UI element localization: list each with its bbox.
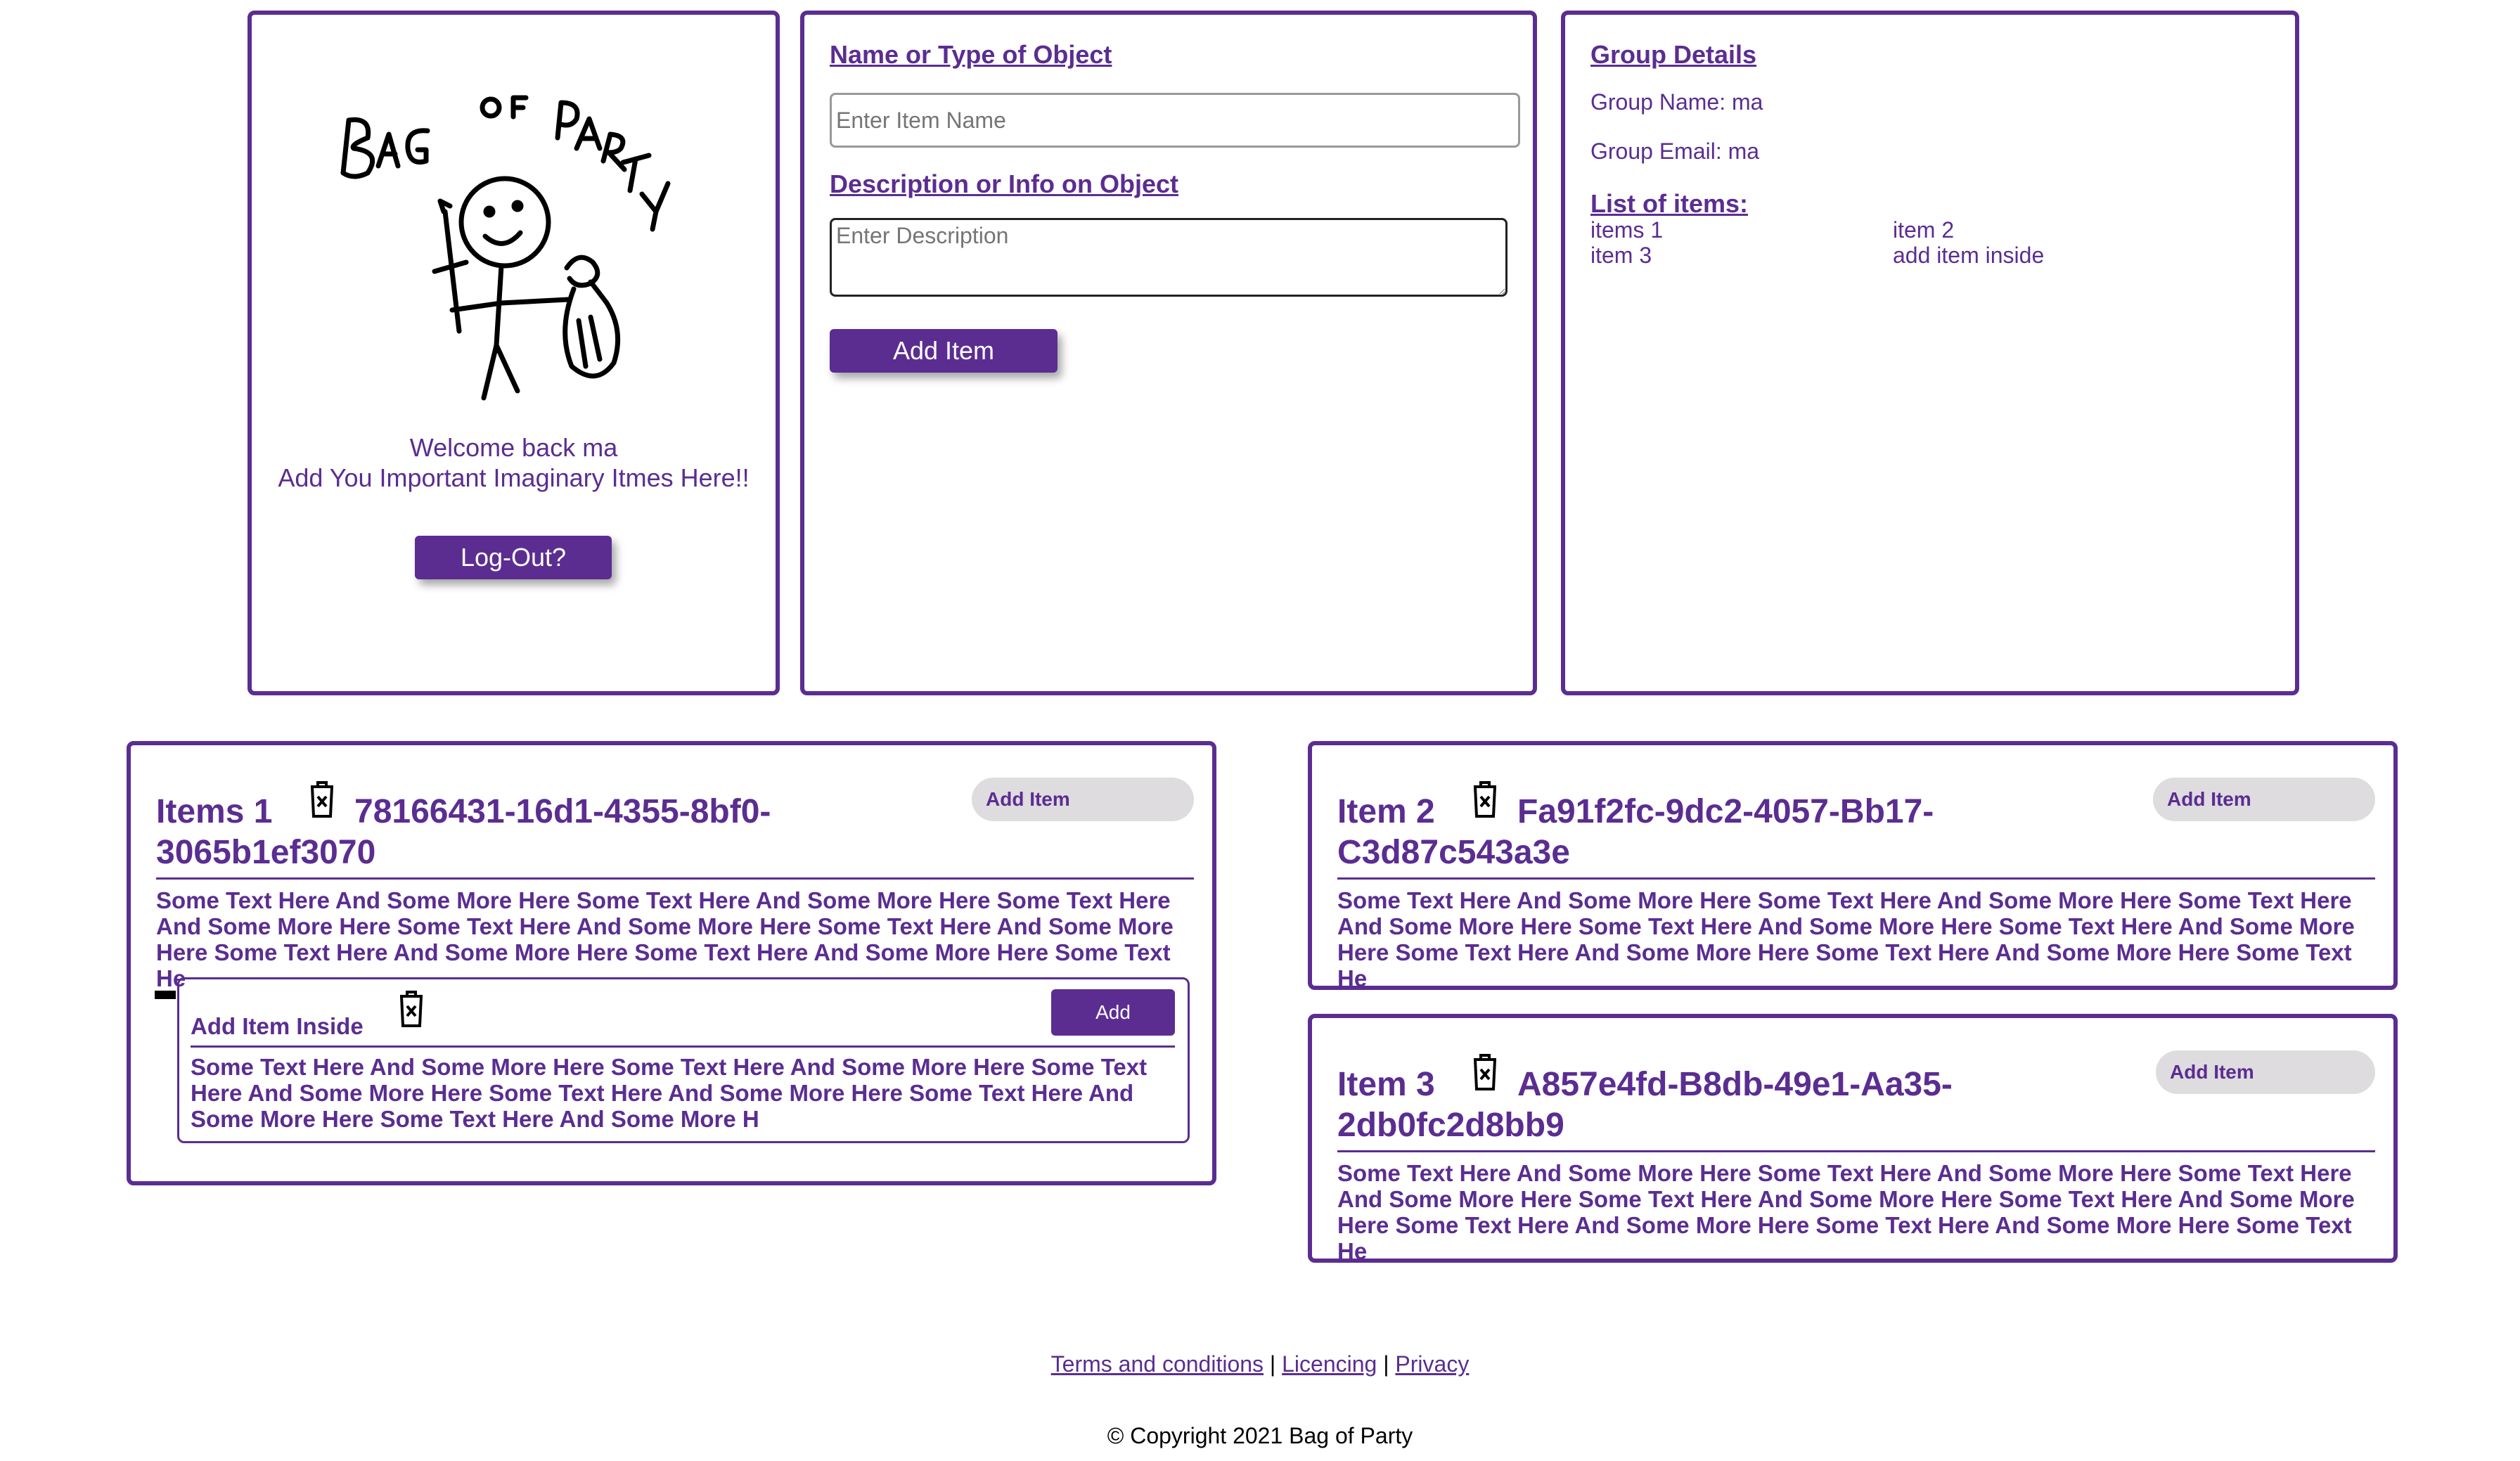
nested-item-card: Add Item Inside Add Some Text Here And S… [177,977,1190,1143]
description-line: Here Some Text Here And Some More Here S… [1337,1212,2352,1264]
group-details-heading: Group Details [1590,40,1757,69]
item-description: Some Text Here And Some More Here Some T… [1337,887,2378,991]
divider [191,1045,1175,1048]
item-id-line: 78166431-16d1-4355-8bf0- [354,793,771,830]
divider [156,877,1194,880]
add-item-panel: Name or Type of Object Description or In… [800,11,1537,695]
list-item: items 1 [1590,217,1664,243]
group-email: Group Email: ma [1590,139,1760,164]
item-id-line: 2db0fc2d8bb9 [1337,1107,1564,1144]
item-id-line: 3065b1ef3070 [156,834,376,871]
description-line: Here And Some More Here Some Text Here A… [191,1080,1134,1106]
divider [1337,877,2375,880]
trash-icon[interactable] [1470,1053,1500,1092]
item-card-title: Items 1 [156,792,272,832]
list-item: item 3 [1590,243,1652,268]
list-item: add item inside [1893,243,2045,268]
add-item-button[interactable]: Add Item [830,329,1058,373]
description-line: And Some More Here Some Text Here And So… [1337,1186,2355,1212]
description-heading: Description or Info on Object [830,169,1179,198]
separator: | [1383,1351,1389,1377]
add-item-pill-button[interactable]: Add Item [2153,778,2375,821]
item-id-line: Fa91f2fc-9dc2-4057-Bb17- [1517,793,1934,830]
description-line: And Some More Here Some Text Here And So… [1337,913,2355,939]
divider [1337,1150,2375,1152]
nested-item-title: Add Item Inside [191,1013,364,1039]
item-description: Some Text Here And Some More Here Some T… [1337,1160,2378,1264]
licencing-link[interactable]: Licencing [1282,1351,1377,1377]
description-input[interactable] [830,218,1508,297]
copyright: © Copyright 2021 Bag of Party [1107,1423,1413,1448]
description-line: Here Some Text Here And Some More Here S… [1337,939,2352,991]
trash-icon[interactable] [1470,780,1500,819]
logout-button[interactable]: Log-Out? [415,536,612,579]
add-item-pill-button[interactable]: Add Item [972,778,1194,821]
footer-links: Terms and conditions | Licencing | Priva… [0,1351,2520,1377]
privacy-link[interactable]: Privacy [1395,1351,1469,1377]
item-card-name: Item 2 [1337,793,1435,830]
item-id-line: C3d87c543a3e [1337,834,1570,871]
list-of-items-heading: List of items: [1590,189,1749,218]
item-card-3: Item 3 A857e4fd-B8db-49e1-Aa35- 2db0fc2d… [1308,1014,2398,1264]
nested-item-description: Some Text Here And Some More Here Some T… [191,1054,1175,1132]
trash-icon[interactable] [396,989,427,1029]
separator: | [1269,1351,1276,1377]
add-inside-button[interactable]: Add [1051,989,1175,1036]
description-line: Some Text Here And Some More Here Some T… [156,887,1171,913]
item-id-line: A857e4fd-B8db-49e1-Aa35- [1517,1066,1953,1103]
add-item-pill-button[interactable]: Add Item [2156,1050,2375,1094]
description-line: Some Text Here And Some More Here Some T… [191,1054,1148,1080]
item-card-name: Items 1 [156,793,273,830]
list-item: item 2 [1893,217,1955,243]
name-heading: Name or Type of Object [830,40,1112,69]
item-name-input[interactable] [830,93,1520,148]
description-line: And Some More Here Some Text Here And So… [156,913,1174,939]
group-details-panel: Group Details Group Name: ma Group Email… [1561,11,2299,695]
description-line: Some Text Here And Some More Here Some T… [1337,1160,2352,1186]
group-name: Group Name: ma [1590,89,1763,115]
terms-link[interactable]: Terms and conditions [1051,1351,1264,1377]
description-line: Some More Here Some Text Here And Some M… [191,1106,759,1132]
tagline-text: Add You Important Imaginary Itmes Here!! [278,463,750,492]
item-card-name: Item 3 [1337,1066,1435,1103]
profile-panel: Welcome back ma Add You Important Imagin… [248,11,780,695]
collapse-dash-icon[interactable] [155,991,176,999]
trash-icon[interactable] [307,780,338,819]
item-card-2: Item 2 Fa91f2fc-9dc2-4057-Bb17- C3d87c54… [1308,741,2398,991]
item-card-1: Items 1 78166431-16d1-4355-8bf0- 3065b1e… [127,741,1216,1185]
welcome-text: Welcome back ma [409,433,618,462]
description-line: Some Text Here And Some More Here Some T… [1337,887,2352,913]
bag-of-party-logo [340,95,671,401]
item-description: Some Text Here And Some More Here Some T… [156,887,1197,991]
